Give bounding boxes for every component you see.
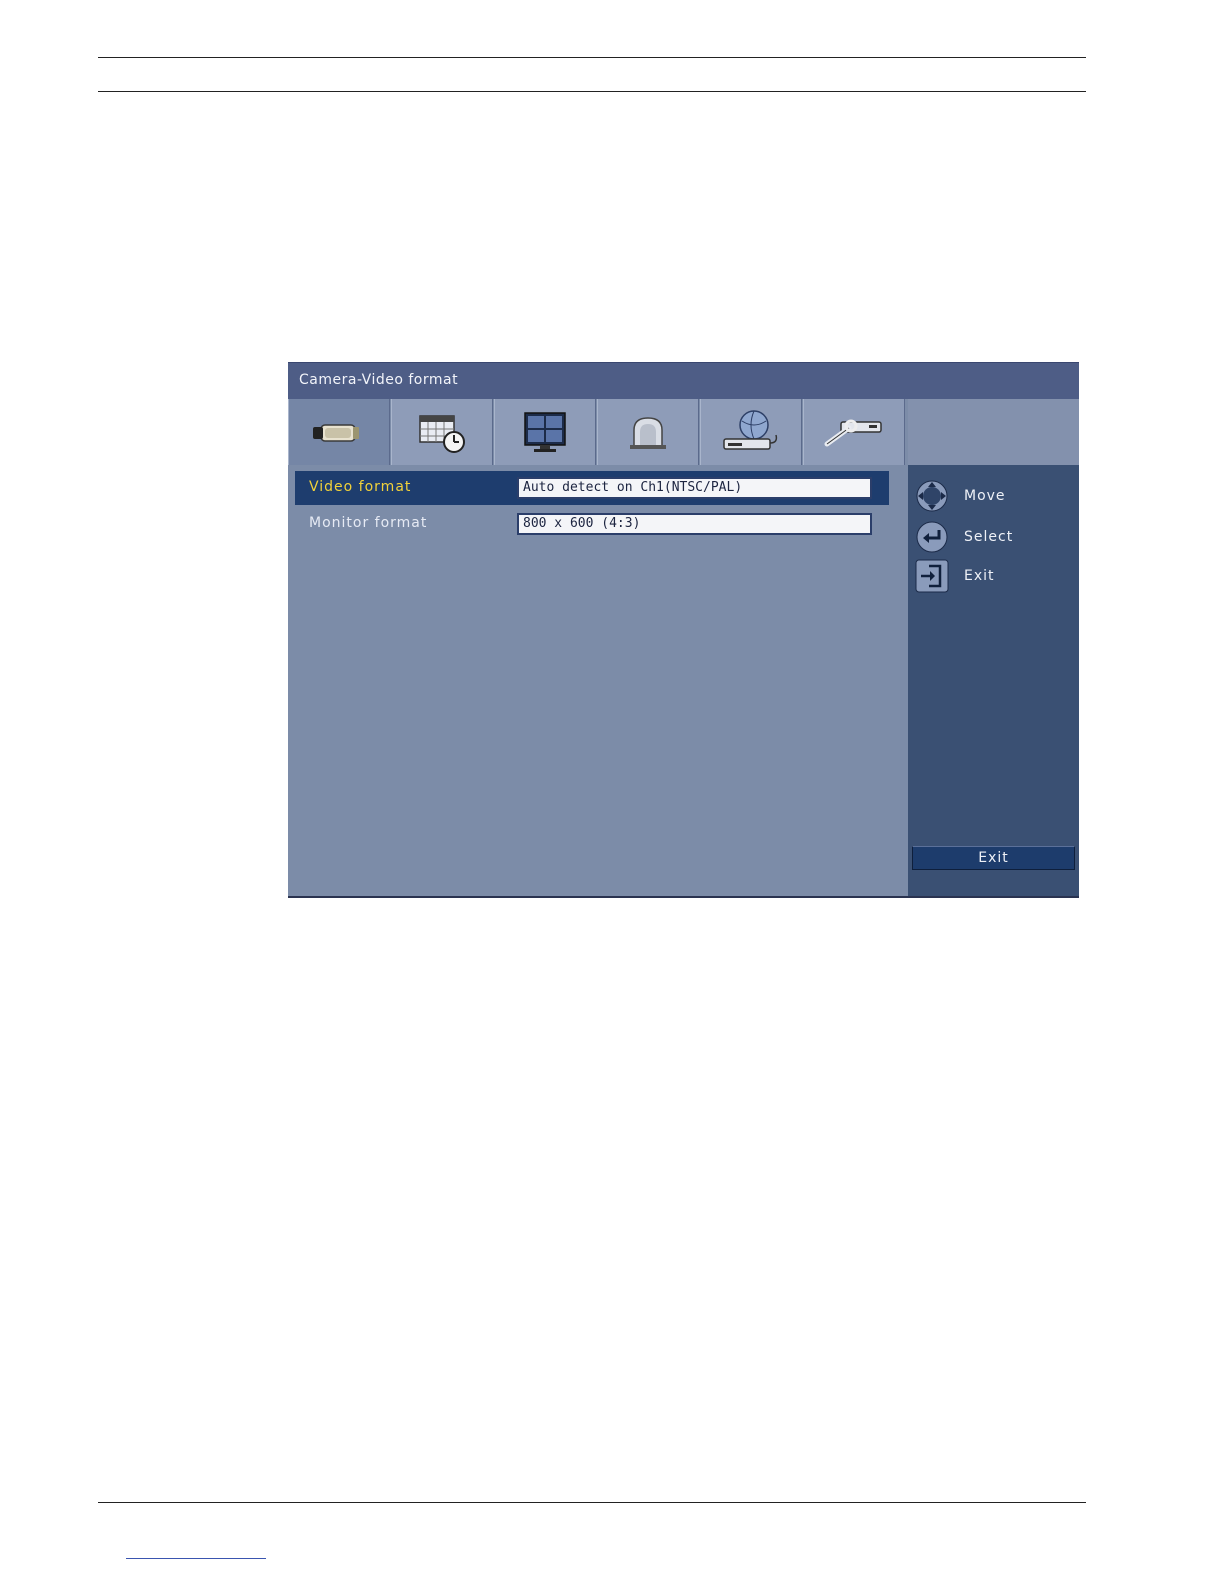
- header-rule-top: [98, 57, 1086, 58]
- tab-bar-filler: [908, 399, 1079, 465]
- monitor-icon: [524, 412, 566, 452]
- footer-rule: [98, 1502, 1086, 1503]
- osd-window: Camera-Video format Video format Auto de…: [288, 362, 1079, 898]
- tab-schedule[interactable]: [391, 399, 493, 465]
- footer-link-underline: [126, 1558, 266, 1559]
- enter-icon: [916, 521, 948, 553]
- alarm-dome-icon: [630, 417, 666, 449]
- hint-move: Move: [913, 479, 1073, 513]
- hint-select: Select: [913, 520, 1073, 554]
- key-hints-panel: Move Select Exit Exit: [908, 465, 1079, 896]
- calendar-clock-icon: [419, 415, 465, 453]
- system-tools-icon: [824, 419, 882, 447]
- title-bar: Camera-Video format: [288, 362, 1079, 399]
- hint-label: Move: [964, 488, 1006, 504]
- window-title: Camera-Video format: [299, 372, 459, 388]
- exit-door-icon: [915, 559, 949, 593]
- exit-button[interactable]: Exit: [912, 846, 1075, 870]
- setting-label: Monitor format: [309, 515, 428, 531]
- hint-exit: Exit: [913, 559, 1073, 593]
- monitor-format-field[interactable]: 800 x 600 (4:3): [517, 513, 872, 535]
- tab-display[interactable]: [494, 399, 596, 465]
- network-globe-icon: [723, 410, 778, 450]
- tab-system[interactable]: [803, 399, 905, 465]
- video-format-field[interactable]: Auto detect on Ch1(NTSC/PAL): [517, 477, 872, 499]
- header-rule-bottom: [98, 91, 1086, 92]
- tab-alarm[interactable]: [597, 399, 699, 465]
- tab-camera[interactable]: [288, 399, 390, 465]
- camera-icon: [313, 424, 359, 442]
- setting-row-monitor-format[interactable]: Monitor format 800 x 600 (4:3): [295, 507, 889, 541]
- move-dpad-icon: [916, 480, 948, 512]
- setting-row-video-format[interactable]: Video format Auto detect on Ch1(NTSC/PAL…: [295, 471, 889, 505]
- hint-label: Select: [964, 529, 1014, 545]
- settings-panel: Video format Auto detect on Ch1(NTSC/PAL…: [288, 465, 908, 896]
- hint-label: Exit: [964, 568, 995, 584]
- tab-bar: [288, 399, 1079, 465]
- tab-network[interactable]: [700, 399, 802, 465]
- setting-label: Video format: [309, 479, 412, 495]
